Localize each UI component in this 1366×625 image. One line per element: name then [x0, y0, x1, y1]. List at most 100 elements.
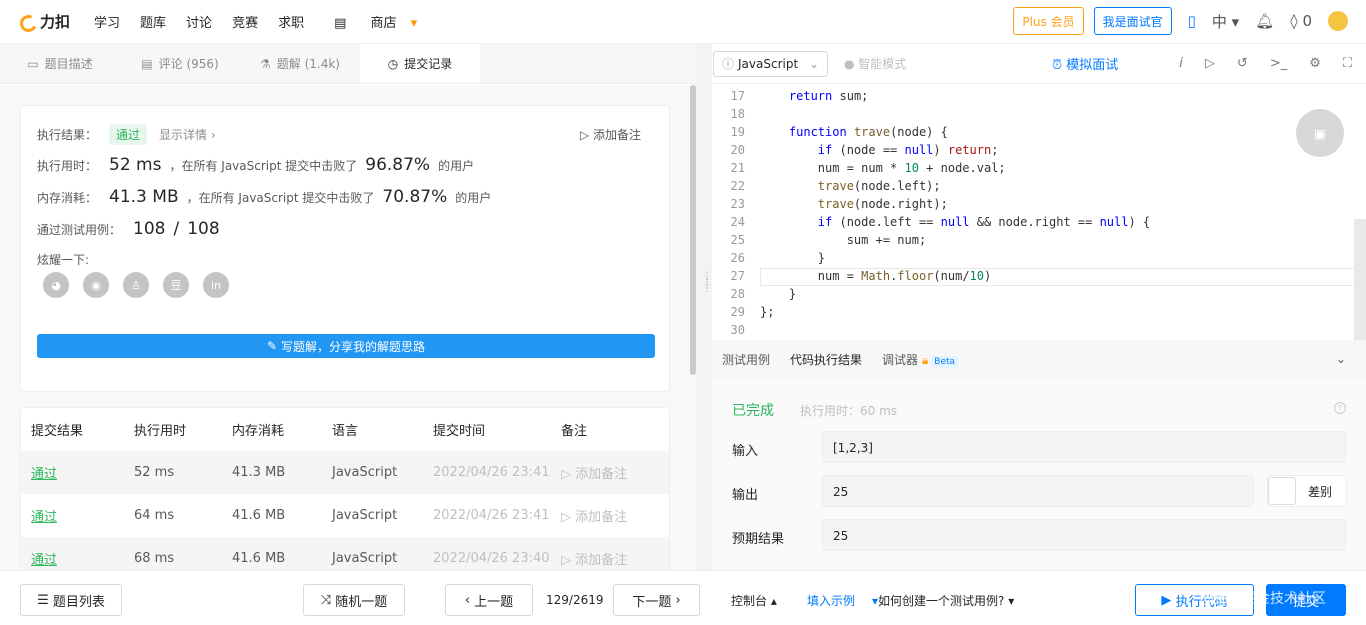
- line-number: 18: [730, 107, 745, 121]
- show-details-link[interactable]: 显示详情 ›: [159, 126, 216, 143]
- random-problem-button[interactable]: ⤨ 随机一题: [303, 584, 405, 616]
- memory-label: 内存消耗：: [37, 190, 98, 205]
- nav-shop[interactable]: ▤ 商店 ▾: [324, 12, 417, 31]
- flag-icon[interactable]: ▷: [1205, 56, 1215, 71]
- tab-run-result[interactable]: 代码执行结果: [790, 351, 862, 368]
- table-row[interactable]: 通过 68 ms 41.6 MB JavaScript 2022/04/26 2…: [21, 537, 669, 570]
- plus-member-button[interactable]: Plus 会员: [1013, 7, 1084, 35]
- add-note-cell[interactable]: ▷ 添加备注: [561, 463, 661, 482]
- problem-list-button[interactable]: ☰ 题目列表: [20, 584, 122, 616]
- editor-toolbar: ⓘ JavaScript ⌄ ● 智能模式 ⏰︎ 模拟面试 i ▷ ↺ >_ ⚙ …: [712, 44, 1366, 84]
- doc-icon: ▭: [27, 56, 39, 71]
- notes-fab-button[interactable]: ▣: [1296, 109, 1344, 157]
- code-line[interactable]: }: [760, 251, 825, 265]
- tests-passed: 108: [133, 219, 166, 239]
- next-problem-button[interactable]: 下一题 ›: [613, 584, 700, 616]
- date-cell: 2022/04/26 23:41: [433, 465, 550, 480]
- chevron-down-icon[interactable]: ⌄: [1336, 352, 1346, 366]
- result-link[interactable]: 通过: [31, 510, 57, 525]
- bell-icon[interactable]: 🔔︎: [1255, 12, 1274, 30]
- mock-interview-label: 模拟面试: [1066, 58, 1119, 73]
- code-line[interactable]: if (node == null) return;: [760, 143, 999, 157]
- tab-submissions[interactable]: ◷ 提交记录: [360, 44, 480, 83]
- qq-icon[interactable]: ♙: [123, 272, 149, 298]
- table-row[interactable]: 通过 52 ms 41.3 MB JavaScript 2022/04/26 2…: [21, 451, 669, 494]
- diff-toggle[interactable]: 差别: [1267, 475, 1347, 507]
- avatar[interactable]: [1328, 11, 1348, 31]
- nav-learn[interactable]: 学习: [94, 12, 120, 31]
- tab-description[interactable]: ▭ 题目描述: [0, 44, 120, 83]
- nav-problems[interactable]: 题库: [140, 12, 166, 31]
- code-line[interactable]: sum += num;: [760, 233, 926, 247]
- output-value: 25: [822, 475, 1254, 507]
- fullscreen-icon[interactable]: ⛶: [1343, 56, 1352, 71]
- add-note-cell[interactable]: ▷ 添加备注: [561, 549, 661, 568]
- language-select[interactable]: ⓘ JavaScript ⌄: [713, 50, 828, 77]
- tab-debugger[interactable]: 调试器 🔒︎ Beta: [882, 351, 959, 368]
- nav-contest[interactable]: 竞赛: [232, 12, 258, 31]
- result-link[interactable]: 通过: [31, 553, 57, 568]
- code-line[interactable]: trave(node.right);: [760, 197, 948, 211]
- runtime-value: 52 ms: [109, 155, 162, 175]
- diff-switch[interactable]: [1268, 477, 1296, 505]
- code-line[interactable]: return sum;: [760, 89, 868, 103]
- logo[interactable]: 力扣: [18, 11, 70, 32]
- output-label: 输出: [732, 488, 759, 503]
- add-note-button[interactable]: ▷ 添加备注: [580, 126, 641, 143]
- mobile-icon[interactable]: ▯: [1188, 12, 1196, 30]
- reset-icon[interactable]: ↺: [1237, 56, 1248, 71]
- linkedin-icon[interactable]: in: [203, 272, 229, 298]
- header-language: 语言: [332, 424, 359, 439]
- info-italic-icon[interactable]: i: [1179, 56, 1183, 71]
- beta-badge: Beta: [931, 355, 959, 368]
- code-line[interactable]: trave(node.left);: [760, 179, 941, 193]
- line-number: 23: [730, 197, 745, 211]
- add-note-cell[interactable]: ▷ 添加备注: [561, 506, 661, 525]
- result-link[interactable]: 通过: [31, 467, 57, 482]
- problem-tabs: ▭ 题目描述 ▤ 评论 (956) ⚗︎ 题解 (1.4k) ◷ 提交记录: [0, 44, 696, 84]
- douban-icon[interactable]: 豆: [163, 272, 189, 298]
- prev-problem-button[interactable]: ‹ 上一题: [445, 584, 533, 616]
- chevron-left-icon: ‹: [464, 592, 471, 608]
- wechat-icon[interactable]: ◕: [43, 272, 69, 298]
- help-icon[interactable]: ?: [1334, 402, 1346, 414]
- header-note: 备注: [561, 424, 588, 439]
- terminal-icon[interactable]: >_: [1270, 56, 1287, 71]
- code-line[interactable]: num = num * 10 + node.val;: [760, 161, 1006, 175]
- line-number: 21: [730, 161, 745, 175]
- fill-example-link[interactable]: 填入示例: [807, 592, 855, 609]
- main-nav: 学习 题库 讨论 竞赛 求职 ▤ 商店 ▾: [84, 12, 427, 31]
- write-solution-button[interactable]: ✎ 写题解，分享我的解题思路: [37, 334, 655, 358]
- memory-value: 41.3 MB: [109, 187, 179, 207]
- code-editor[interactable]: 17 return sum; 18 19 function trave(node…: [712, 84, 1366, 340]
- table-row[interactable]: 通过 64 ms 41.6 MB JavaScript 2022/04/26 2…: [21, 494, 669, 537]
- date-cell: 2022/04/26 23:41: [433, 508, 550, 523]
- line-number: 26: [730, 251, 745, 265]
- flag-icon: ▷: [561, 467, 571, 482]
- code-line[interactable]: };: [760, 305, 774, 319]
- settings-icon[interactable]: ⚙: [1309, 56, 1321, 71]
- console-toggle[interactable]: 控制台 ▴: [731, 592, 777, 609]
- code-line[interactable]: function trave(node) {: [760, 125, 948, 139]
- tab-comments[interactable]: ▤ 评论 (956): [120, 44, 240, 83]
- points[interactable]: ◊ 0: [1290, 12, 1312, 30]
- code-line[interactable]: }: [760, 287, 796, 301]
- editor-scrollbar[interactable]: [1354, 219, 1366, 340]
- nav-jobs[interactable]: 求职: [278, 12, 304, 31]
- interviewer-button[interactable]: 我是面试官: [1093, 7, 1172, 35]
- code-line[interactable]: if (node.left == null && node.right == n…: [760, 215, 1150, 229]
- expected-value: 25: [822, 519, 1346, 551]
- pane-divider[interactable]: ⋮ ⋮ ⋮: [696, 44, 712, 570]
- code-line[interactable]: num = Math.floor(num/10): [760, 269, 991, 283]
- howto-testcase-link[interactable]: ▾如何创建一个测试用例? ▾: [872, 592, 1014, 609]
- weibo-icon[interactable]: ◉: [83, 272, 109, 298]
- language-switch[interactable]: 中 ▾: [1212, 11, 1239, 32]
- flag-icon: ▷: [561, 553, 571, 568]
- notebook-icon: ▣: [1315, 123, 1325, 143]
- tab-solutions[interactable]: ⚗︎ 题解 (1.4k): [240, 44, 360, 83]
- mock-interview-button[interactable]: ⏰︎ 模拟面试: [1052, 54, 1118, 73]
- tab-testcase[interactable]: 测试用例: [722, 351, 770, 368]
- smart-mode-toggle[interactable]: ● 智能模式: [844, 55, 906, 72]
- tests-row: 通过测试用例： 108 / 108: [37, 219, 228, 239]
- nav-discuss[interactable]: 讨论: [186, 12, 212, 31]
